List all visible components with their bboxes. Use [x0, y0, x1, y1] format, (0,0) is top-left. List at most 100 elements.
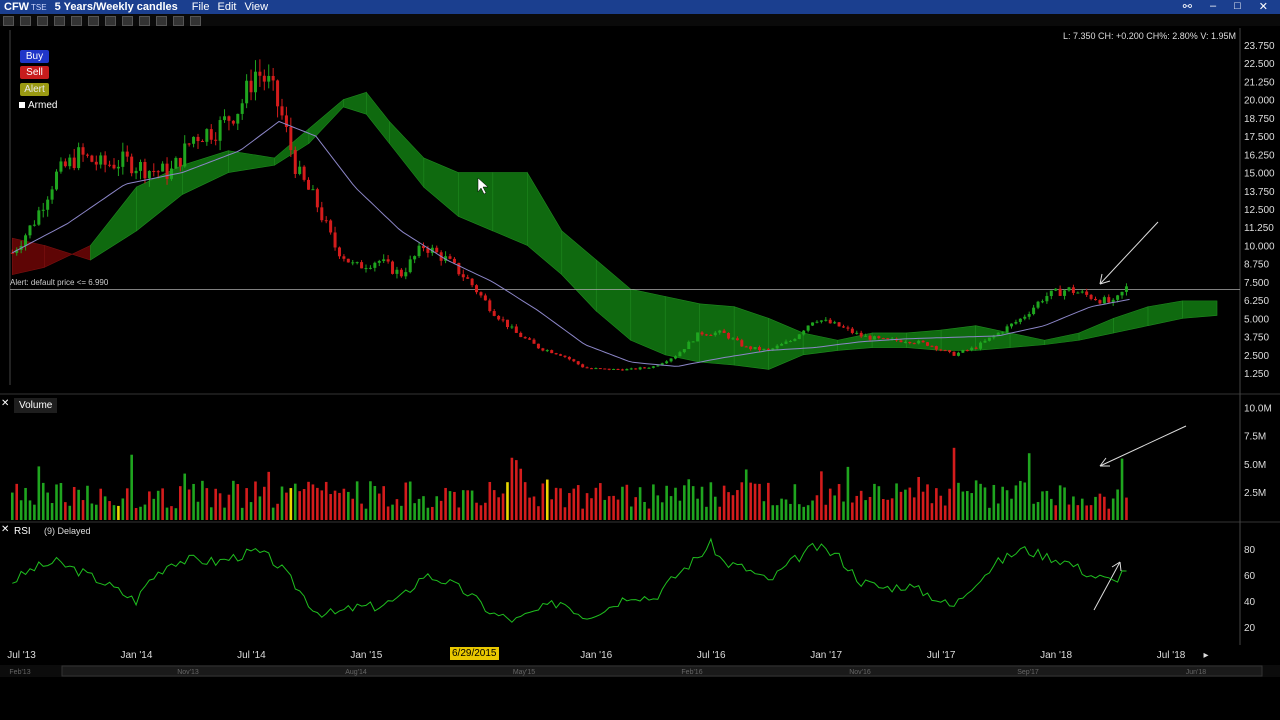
volume-bar: [1076, 505, 1080, 520]
volume-bar: [744, 469, 748, 520]
alert-button[interactable]: Alert: [20, 83, 49, 96]
volume-bar: [64, 502, 67, 520]
volume-bar: [209, 507, 213, 520]
volume-bar: [280, 486, 284, 520]
price-candle: [837, 322, 841, 327]
price-candle: [10, 252, 14, 254]
price-candle: [373, 262, 377, 268]
volume-bar: [802, 506, 806, 520]
price-candle: [368, 267, 372, 269]
price-candle: [298, 166, 302, 174]
price-candle: [492, 311, 496, 316]
price-candle: [351, 262, 355, 264]
price-candle: [740, 340, 744, 347]
volume-bar: [917, 476, 920, 520]
close-panel-icon[interactable]: ✕: [1, 524, 9, 535]
price-candle: [452, 258, 456, 263]
price-candle: [696, 332, 700, 342]
volume-bar: [298, 491, 301, 520]
price-candle: [307, 179, 311, 190]
volume-bar: [510, 457, 514, 520]
volume-bar: [647, 508, 651, 520]
volume-bar: [351, 498, 355, 520]
price-candle: [921, 340, 925, 343]
price-candle: [103, 155, 107, 165]
volume-bar: [347, 491, 350, 520]
sell-button[interactable]: Sell: [20, 66, 49, 79]
volume-bar: [727, 492, 730, 520]
date-tick-label: Jan '16: [580, 650, 612, 661]
price-candle: [1018, 318, 1022, 322]
volume-bar: [492, 490, 496, 520]
price-candle: [461, 274, 465, 278]
volume-bar: [683, 485, 686, 520]
volume-bar: [1032, 503, 1035, 520]
volume-bar: [187, 489, 191, 520]
price-candle: [625, 369, 629, 371]
date-tick-label: Jul '13: [7, 650, 36, 661]
volume-bar: [426, 507, 430, 520]
price-candle: [337, 247, 341, 257]
volume-bar: [50, 503, 54, 520]
volume-bar: [293, 483, 297, 520]
volume-bar: [355, 481, 359, 520]
volume-bar: [797, 504, 801, 520]
price-candle: [183, 143, 187, 167]
volume-bar: [324, 481, 328, 520]
price-candle: [46, 199, 50, 210]
price-candle: [50, 189, 54, 200]
volume-bar: [568, 493, 571, 520]
price-candle: [302, 166, 306, 180]
price-candle: [1080, 291, 1084, 293]
volume-bar: [99, 488, 103, 520]
chart-canvas[interactable]: 23.750 22.500 21.250 20.000 18.750 17.500 16.2…: [0, 0, 1280, 720]
volume-bar: [422, 496, 425, 520]
volume-bar: [705, 506, 708, 520]
price-candle: [828, 319, 832, 324]
timeline-label: Feb'16: [681, 669, 702, 676]
volume-bar: [970, 493, 974, 520]
price-candle: [24, 235, 28, 247]
volume-bar: [722, 485, 726, 520]
volume-bar: [912, 497, 916, 520]
price-candle: [815, 321, 819, 323]
volume-bar: [249, 502, 253, 520]
volume-bar: [488, 481, 492, 520]
buy-button[interactable]: Buy: [20, 50, 49, 63]
price-tick-label: 3.750: [1244, 333, 1269, 344]
price-candle: [788, 340, 792, 342]
price-tick-label: 18.750: [1244, 114, 1275, 125]
volume-bar: [899, 491, 903, 520]
volume-bar: [660, 502, 664, 520]
volume-bar: [811, 500, 814, 520]
volume-bar: [183, 473, 187, 520]
close-panel-icon[interactable]: ✕: [1, 398, 9, 409]
price-candle: [37, 210, 41, 225]
price-candle: [386, 259, 390, 262]
rsi-settings-label[interactable]: (9) Delayed: [44, 526, 91, 536]
price-candle: [952, 351, 956, 356]
price-candle: [987, 337, 991, 341]
scroll-end-icon: ▸: [1203, 650, 1208, 661]
volume-bar: [559, 488, 562, 520]
volume-bar: [302, 489, 306, 520]
volume-bar: [103, 496, 107, 520]
price-tick-label: 1.250: [1244, 369, 1269, 380]
price-candle: [1120, 291, 1124, 296]
price-candle: [669, 358, 673, 362]
alert-line-label: Alert: default price <= 6.990: [10, 278, 109, 287]
volume-bar: [90, 503, 94, 520]
volume-bar: [382, 486, 385, 520]
volume-bar: [713, 496, 717, 520]
price-candle: [1054, 288, 1058, 291]
price-candle: [276, 80, 280, 107]
volume-tick-label: 5.0M: [1244, 460, 1266, 471]
armed-toggle[interactable]: Armed: [19, 100, 57, 111]
volume-bar: [908, 487, 912, 520]
volume-bar: [448, 491, 452, 520]
price-candle: [488, 300, 492, 312]
price-candle: [766, 348, 770, 350]
ichimoku-cloud: [11, 237, 45, 276]
quote-line: L: 7.350 CH: +0.200 CH%: 2.80% V: 1.95M: [1062, 31, 1236, 41]
price-candle: [961, 350, 965, 353]
